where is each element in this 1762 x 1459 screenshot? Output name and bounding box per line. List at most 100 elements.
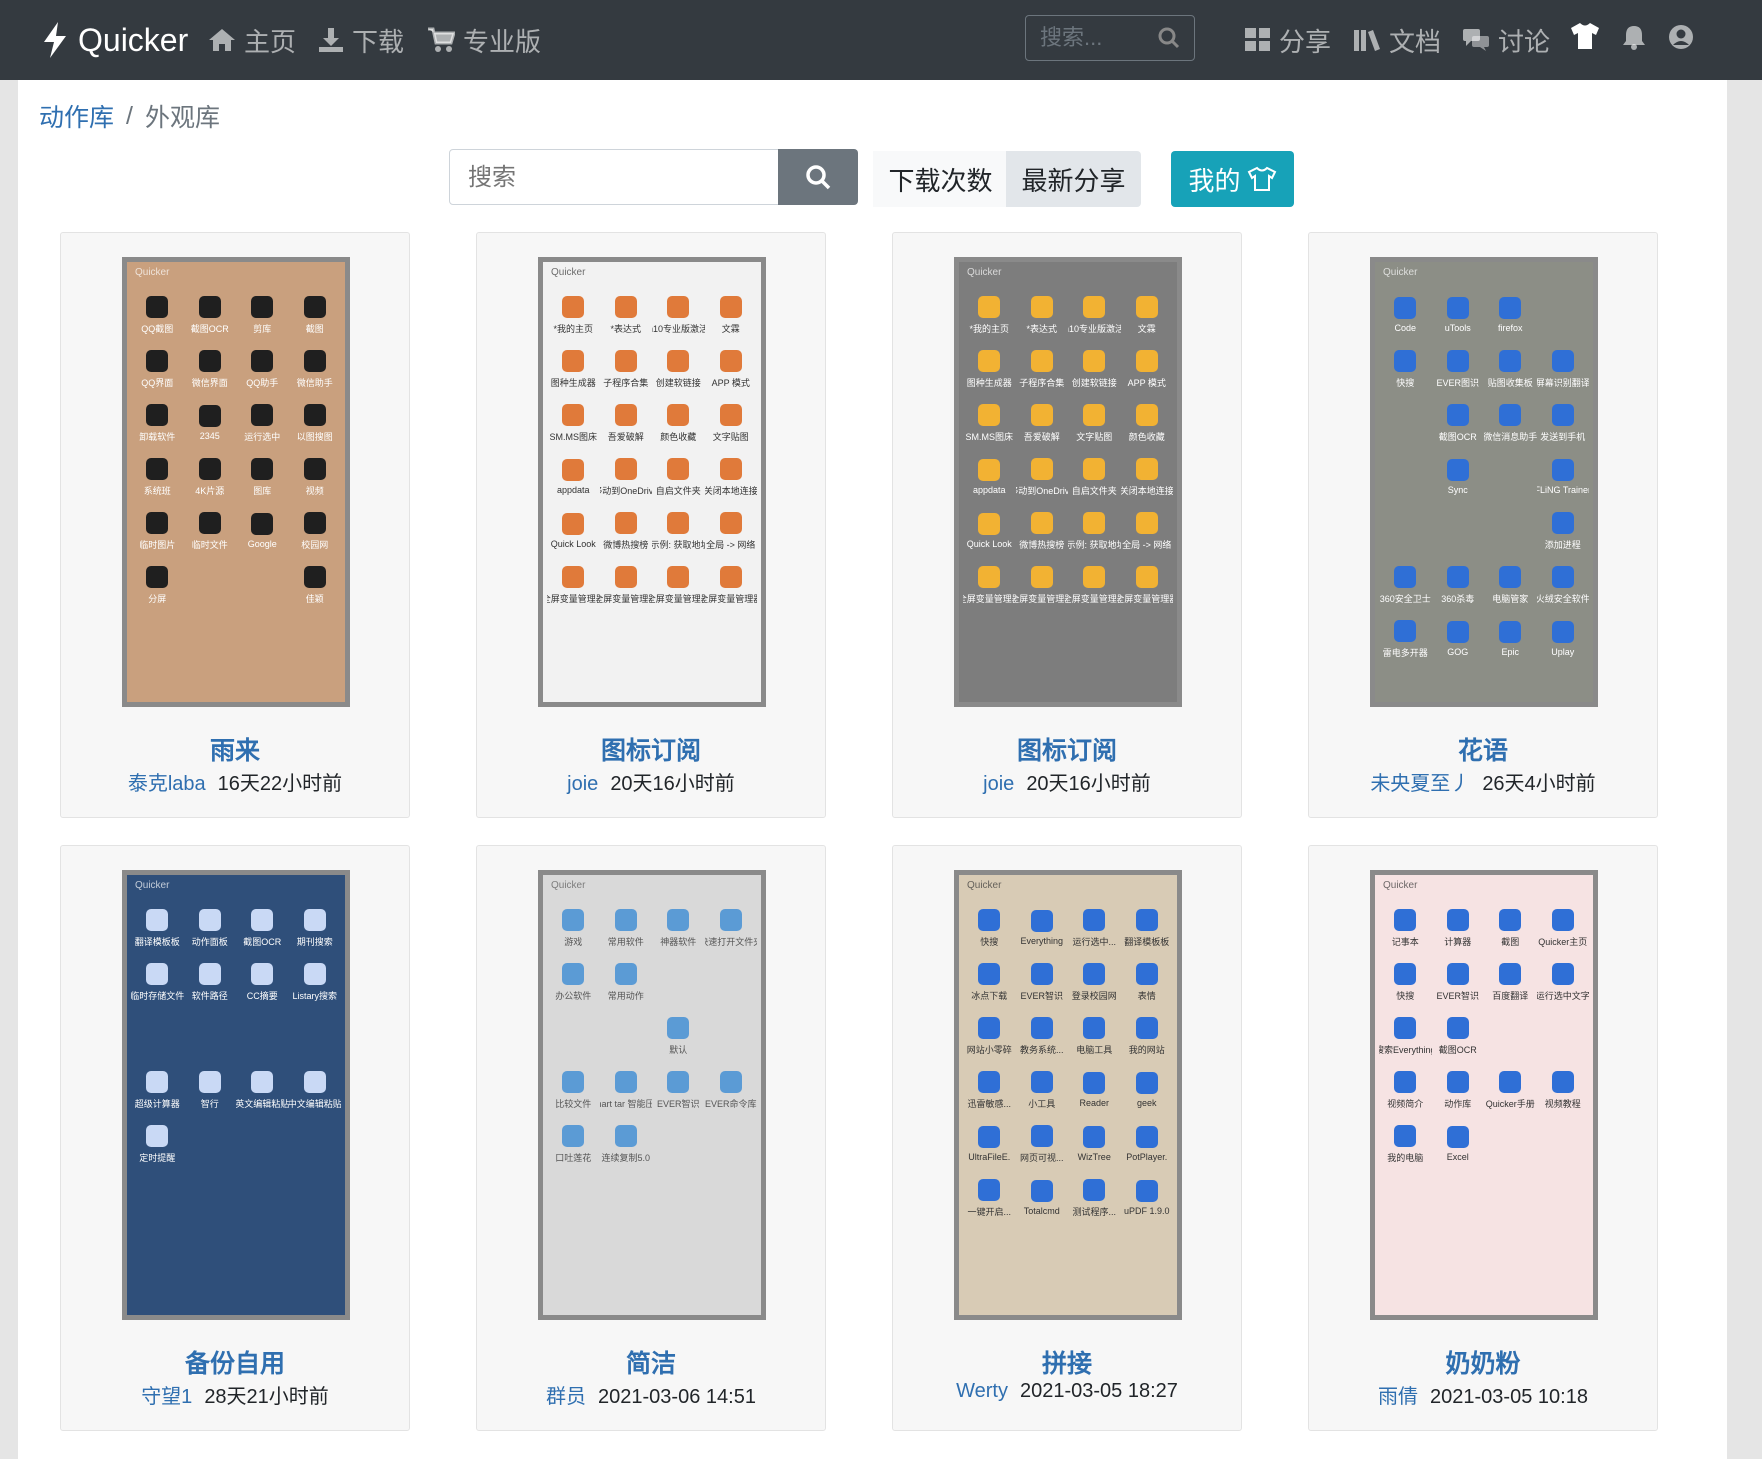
theme-title[interactable]: 图标订阅 — [893, 731, 1241, 767]
action-icon — [667, 457, 690, 480]
action-label: Quick Look — [550, 539, 596, 549]
theme-preview[interactable]: Quicker 翻译模板板 动作面板 截图OCR 期刊搜索 临时存储文件 软件路径 CC摘要 L… — [122, 870, 350, 1320]
theme-card[interactable]: Quicker *我的主页 *表达式 win10专业版激活码 文霖图种生成器子程序合集创… — [892, 232, 1242, 818]
theme-card[interactable]: Quicker 翻译模板板 动作面板 截图OCR 期刊搜索 临时存储文件 软件路径 CC摘要 L… — [60, 845, 410, 1431]
theme-title[interactable]: 奶奶粉 — [1309, 1344, 1657, 1380]
user-icon[interactable] — [1668, 24, 1694, 50]
mine-button[interactable]: 我的 — [1171, 151, 1294, 207]
theme-author[interactable]: joie — [567, 773, 598, 795]
action-label: 快搜 — [980, 936, 999, 947]
preview-action: 教务系统... — [1016, 1009, 1069, 1063]
action-icon — [303, 457, 326, 480]
theme-title[interactable]: 备份自用 — [61, 1344, 409, 1380]
bell-icon[interactable] — [1622, 24, 1646, 50]
preview-action: firefox — [1484, 288, 1537, 342]
theme-title[interactable]: 拼接 — [893, 1344, 1241, 1380]
action-icon — [303, 908, 326, 931]
theme-title[interactable]: 雨来 — [61, 731, 409, 767]
action-label: 动作面板 — [191, 936, 228, 947]
sort-newest-button[interactable]: 最新分享 — [1006, 151, 1141, 207]
preview-action: 雷电多开器 — [1379, 612, 1432, 666]
preview-titlebar: Quicker — [967, 880, 1002, 891]
action-icon — [1135, 511, 1158, 534]
theme-preview[interactable]: Quicker Code uTools firefox 快搜 EVER图识 贴图收集板 屏幕识… — [1370, 257, 1598, 707]
preview-titlebar: Quicker — [1383, 880, 1418, 891]
action-label: 临时图片 — [139, 539, 176, 550]
theme-author[interactable]: 未央夏至丿 — [1370, 773, 1470, 795]
nav-download[interactable]: 下载 — [318, 20, 404, 60]
theme-preview[interactable]: Quicker 游戏 常用软件 神器软件快速打开文件夹办公软件 常用动作默认比较文件 Sm… — [538, 870, 766, 1320]
action-label: 快速打开文件夹 — [705, 936, 758, 947]
theme-title[interactable]: 花语 — [1309, 731, 1657, 767]
action-icon — [1030, 1070, 1053, 1093]
theme-card[interactable]: Quicker 游戏 常用软件 神器软件快速打开文件夹办公软件 常用动作默认比较文件 Sm… — [476, 845, 826, 1431]
action-icon — [1083, 1016, 1106, 1039]
search-icon[interactable] — [1158, 27, 1180, 49]
theme-card[interactable]: Quicker 快搜 Everything 运行选中... 翻译模板板 冰点下载 EVER智… — [892, 845, 1242, 1431]
action-label: GOG — [1447, 647, 1469, 657]
theme-author[interactable]: joie — [983, 773, 1014, 795]
action-label: 快搜 — [1396, 377, 1415, 388]
preview-action: 截图 — [289, 288, 342, 342]
theme-preview[interactable]: Quicker 快搜 Everything 运行选中... 翻译模板板 冰点下载 EVER智… — [954, 870, 1182, 1320]
action-label: 全局 -> 网络 — [1122, 539, 1172, 550]
theme-title[interactable]: 图标订阅 — [477, 731, 825, 767]
sort-downloads-button[interactable]: 下载次数 — [873, 151, 1008, 207]
preview-action: 游戏 — [547, 901, 600, 955]
theme-card[interactable]: Quicker Code uTools firefox 快搜 EVER图识 贴图收集板 屏幕识… — [1308, 232, 1658, 818]
preview-action: 文霖 — [1121, 288, 1174, 342]
action-label: 登录校园网 — [1071, 990, 1117, 1001]
nav-search-input[interactable] — [1038, 22, 1152, 54]
preview-action: 校园网 — [289, 504, 342, 558]
action-label: 办公软件 — [555, 990, 592, 1001]
nav-docs[interactable]: 文档 — [1353, 20, 1441, 60]
action-label: 冰点下载 — [971, 990, 1008, 1001]
action-label: 翻译模板板 — [134, 936, 180, 947]
action-label: 软件路径 — [191, 990, 228, 1001]
theme-card[interactable]: Quicker QQ截图 截图OCR 剪库 截图 QQ界面 微信界面 QQ助手 微信助手 卸载软件… — [60, 232, 410, 818]
action-icon — [614, 457, 637, 480]
theme-card[interactable]: Quicker *我的主页 *表达式 win10专业版激活码 文霖图种生成器子程序合集创… — [476, 232, 826, 818]
theme-card[interactable]: Quicker 记事本 计算器 截图 Quicker主页 快搜 EVER智识 百度翻译 运行选中… — [1308, 845, 1658, 1431]
action-icon — [978, 1126, 1001, 1148]
action-label: 小工具 — [1028, 1098, 1056, 1109]
action-icon — [1499, 349, 1522, 372]
action-label: 全屏变量管理器 — [547, 593, 600, 604]
nav-home[interactable]: 主页 — [208, 20, 296, 60]
theme-author[interactable]: 群员 — [546, 1386, 586, 1408]
action-label: Excel — [1446, 1152, 1469, 1162]
theme-title[interactable]: 简洁 — [477, 1344, 825, 1380]
mine-button-label: 我的 — [1188, 165, 1241, 196]
tshirt-icon[interactable] — [1570, 22, 1600, 50]
preview-action: 佳颖 — [289, 558, 342, 612]
theme-author[interactable]: Werty — [956, 1380, 1008, 1402]
theme-preview[interactable]: Quicker *我的主页 *表达式 win10专业版激活码 文霖图种生成器子程序合集创… — [954, 257, 1182, 707]
theme-preview[interactable]: Quicker QQ截图 截图OCR 剪库 截图 QQ界面 微信界面 QQ助手 微信助手 卸载软件… — [122, 257, 350, 707]
brand-logo[interactable]: Quicker — [40, 18, 188, 62]
breadcrumb-action-library[interactable]: 动作库 — [39, 98, 114, 134]
action-icon — [1446, 297, 1469, 319]
search-button[interactable] — [778, 149, 858, 205]
action-label: CC摘要 — [246, 990, 278, 1001]
preview-action: 常用软件 — [600, 901, 653, 955]
action-icon — [1551, 621, 1574, 643]
nav-pro[interactable]: 专业版 — [427, 20, 541, 60]
nav-share[interactable]: 分享 — [1245, 20, 1331, 60]
preview-action: PotPlayer. — [1121, 1117, 1174, 1171]
nav-discuss[interactable]: 讨论 — [1462, 20, 1550, 60]
preview-action: 视频教程 — [1537, 1063, 1590, 1117]
preview-action: win10专业版激活码 — [652, 288, 705, 342]
theme-preview[interactable]: Quicker 记事本 计算器 截图 Quicker主页 快搜 EVER智识 百度翻译 运行选中… — [1370, 870, 1598, 1320]
action-icon — [614, 908, 637, 931]
theme-preview[interactable]: Quicker *我的主页 *表达式 win10专业版激活码 文霖图种生成器子程序合集创… — [538, 257, 766, 707]
preview-action: 关闭本地连接 — [705, 450, 757, 504]
theme-author[interactable]: 泰克laba — [128, 773, 206, 795]
action-icon — [667, 349, 690, 372]
action-label: firefox — [1497, 323, 1523, 333]
search-input[interactable] — [466, 160, 810, 196]
theme-author[interactable]: 雨倩 — [1378, 1386, 1418, 1408]
action-label: FLiNG Trainer — [1536, 485, 1590, 495]
action-label: 默认 — [669, 1044, 688, 1055]
action-icon — [1135, 1072, 1158, 1094]
theme-author[interactable]: 守望1 — [141, 1386, 192, 1408]
